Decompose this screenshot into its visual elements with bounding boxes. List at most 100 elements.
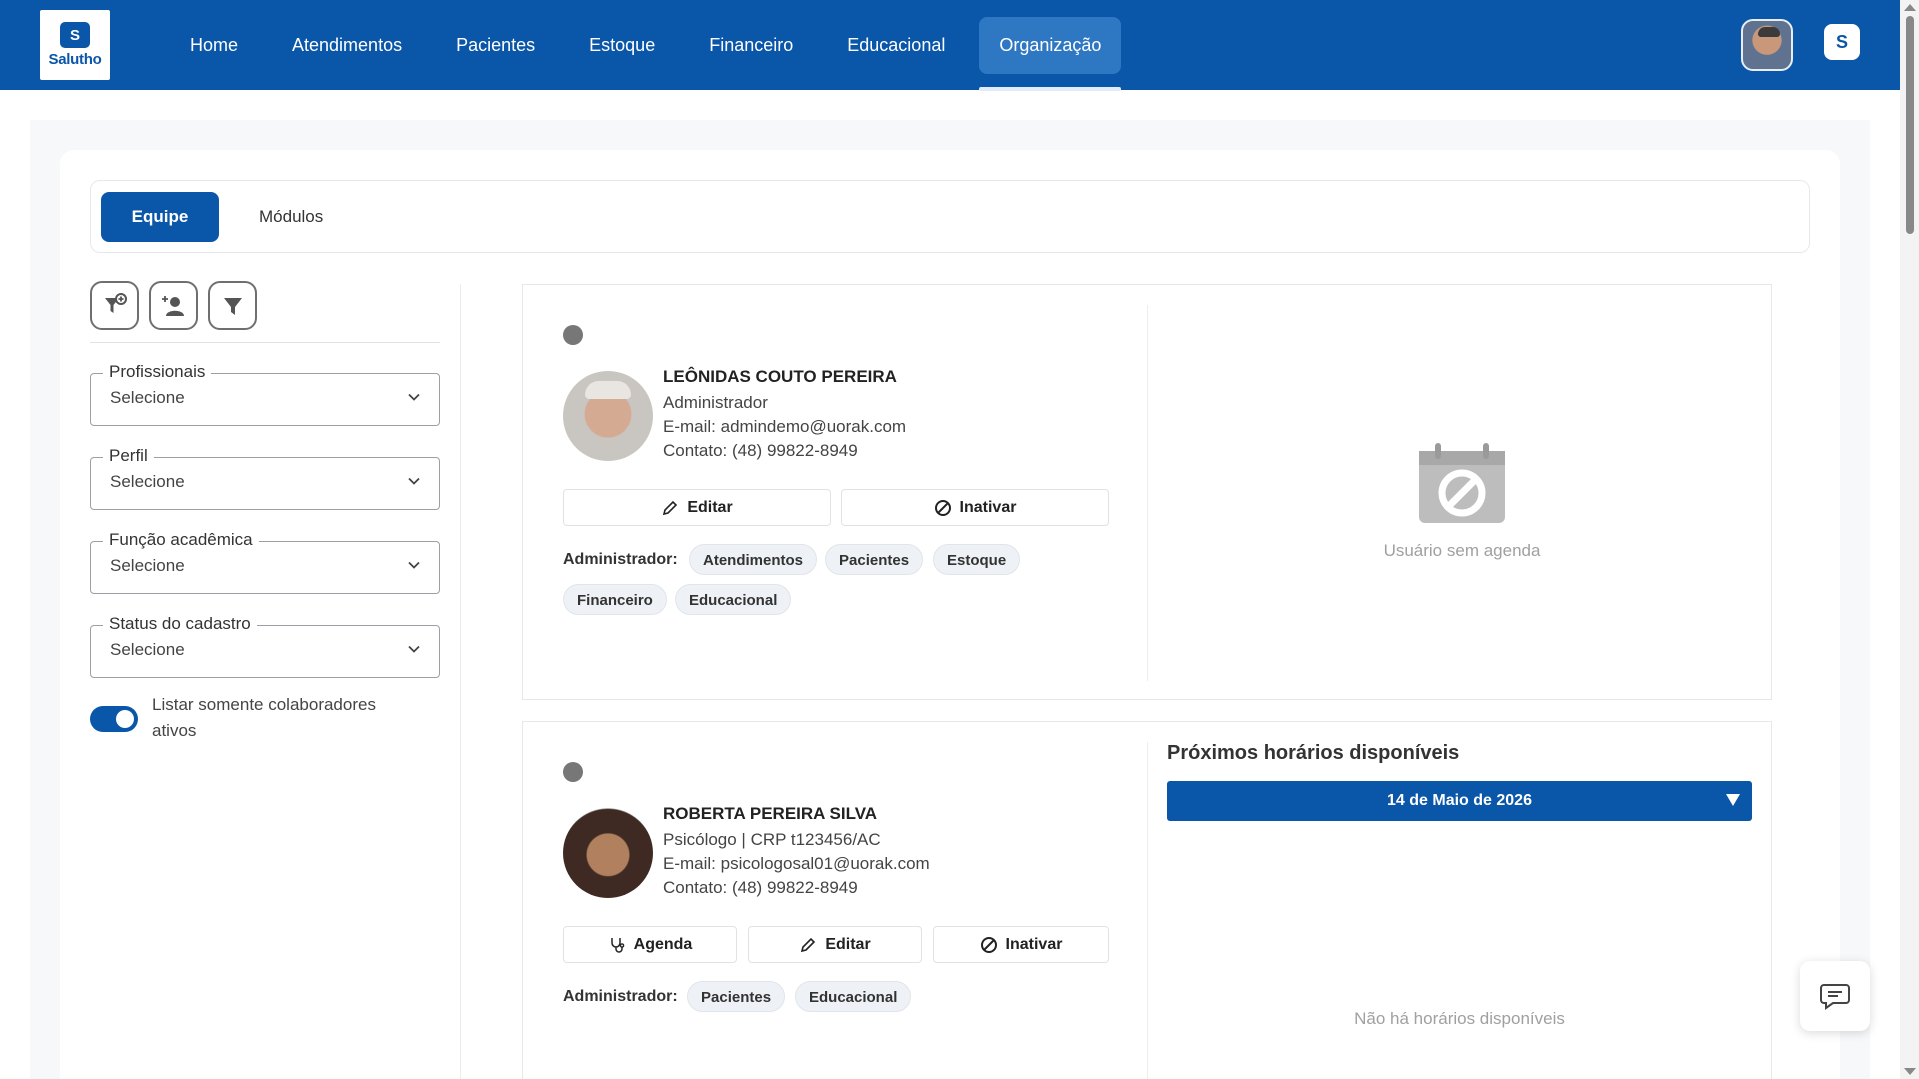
- scroll-up-arrow-icon[interactable]: [1904, 4, 1916, 11]
- status-indicator: [563, 325, 583, 345]
- nav-pacientes[interactable]: Pacientes: [436, 17, 555, 74]
- top-navbar: S Salutho Home Atendimentos Pacientes Es…: [0, 0, 1900, 91]
- perfil-select[interactable]: Perfil Selecione: [90, 446, 440, 510]
- app-switcher-mark: S: [1835, 31, 1848, 52]
- module-chip: Educacional: [795, 981, 912, 1012]
- filter-icon: [223, 297, 242, 315]
- logo-mark: S: [60, 22, 90, 48]
- active-only-toggle[interactable]: [90, 706, 138, 732]
- member-name: ROBERTA PEREIRA SILVA: [663, 804, 878, 823]
- slots-date-value: 14 de Maio de 2026: [1387, 792, 1532, 809]
- profissionais-select[interactable]: Profissionais Selecione: [90, 362, 440, 426]
- module-chip: Pacientes: [687, 981, 786, 1012]
- app-switcher-icon[interactable]: S: [1824, 24, 1860, 60]
- status-cadastro-select[interactable]: Status do cadastro Selecione: [90, 614, 440, 678]
- slots-date-select[interactable]: 14 de Maio de 2026: [1167, 781, 1752, 821]
- member-name: LEÔNIDAS COUTO PEREIRA: [663, 367, 897, 386]
- chevron-down-icon: [408, 561, 420, 569]
- card-divider: [1147, 742, 1148, 1079]
- funcao-academica-value: Selecione: [110, 556, 185, 575]
- caret-down-icon: [1726, 794, 1740, 806]
- nav-organizacao[interactable]: Organização: [979, 17, 1122, 91]
- active-only-label: Listar somente colaboradores ativos: [152, 695, 376, 740]
- page-scrollbar[interactable]: [1900, 0, 1919, 1079]
- member-photo: [563, 808, 653, 898]
- module-chip: Estoque: [933, 544, 1021, 575]
- logo-text: Salutho: [48, 51, 102, 68]
- edit-button[interactable]: Editar: [748, 926, 922, 963]
- block-icon: [980, 936, 997, 953]
- nav-financeiro[interactable]: Financeiro: [689, 17, 813, 74]
- stethoscope-icon: [610, 937, 624, 953]
- permissions-label: Administrador:: [563, 988, 678, 1005]
- chevron-down-icon: [408, 645, 420, 653]
- status-cadastro-label: Status do cadastro: [103, 614, 257, 634]
- card-divider: [1147, 305, 1148, 681]
- funcao-academica-select[interactable]: Função acadêmica Selecione: [90, 530, 440, 594]
- perfil-value: Selecione: [110, 472, 185, 491]
- filter-button[interactable]: [208, 281, 257, 330]
- filter-add-button[interactable]: [90, 281, 139, 330]
- member-contact: Contato: (48) 99822-8949: [663, 878, 858, 897]
- profissionais-label: Profissionais: [103, 362, 212, 382]
- filter-toolbar: [90, 281, 257, 330]
- inativar-button-label: Inativar: [1005, 935, 1063, 953]
- tab-bar: Equipe Módulos: [90, 180, 1810, 253]
- member-card: ROBERTA PEREIRA SILVA Psicólogo | CRP t1…: [522, 721, 1772, 1079]
- user-avatar[interactable]: [1741, 19, 1793, 71]
- agenda-button[interactable]: Agenda: [563, 926, 737, 963]
- perfil-label: Perfil: [103, 446, 154, 466]
- edit-button-label: Editar: [687, 498, 733, 516]
- edit-button-label: Editar: [825, 935, 871, 953]
- module-chip: Pacientes: [825, 544, 924, 575]
- scroll-down-arrow-icon[interactable]: [1904, 1068, 1916, 1075]
- member-email: E-mail: psicologosal01@uorak.com: [663, 854, 930, 873]
- main-nav: Home Atendimentos Pacientes Estoque Fina…: [170, 17, 1122, 91]
- chevron-down-icon: [408, 393, 420, 401]
- no-slots-message: Não há horários disponíveis: [1354, 1009, 1565, 1028]
- nav-estoque[interactable]: Estoque: [569, 17, 675, 74]
- status-cadastro-value: Selecione: [110, 640, 185, 659]
- profissionais-value: Selecione: [110, 388, 185, 407]
- add-user-button[interactable]: [149, 281, 198, 330]
- module-chip: Educacional: [675, 584, 792, 615]
- block-icon: [934, 499, 951, 516]
- member-role: Psicólogo | CRP t123456/AC: [663, 830, 881, 849]
- no-agenda-message: Usuário sem agenda: [1383, 541, 1541, 560]
- tab-modulos[interactable]: Módulos: [259, 192, 323, 242]
- active-only-toggle-row: Listar somente colaboradores ativos: [90, 692, 412, 744]
- available-slots-title: Próximos horários disponíveis: [1167, 742, 1460, 764]
- pencil-icon: [801, 937, 816, 952]
- scroll-thumb[interactable]: [1906, 16, 1914, 234]
- funcao-academica-label: Função acadêmica: [103, 530, 259, 550]
- sidebar-vertical-divider: [460, 284, 461, 1079]
- chat-button[interactable]: [1800, 961, 1870, 1031]
- member-email: E-mail: admindemo@uorak.com: [663, 417, 907, 436]
- filter-add-icon: [104, 292, 127, 313]
- member-contact: Contato: (48) 99822-8949: [663, 441, 858, 460]
- module-chip: Financeiro: [563, 584, 667, 615]
- nav-atendimentos[interactable]: Atendimentos: [272, 17, 422, 74]
- agenda-button-label: Agenda: [633, 935, 693, 953]
- calendar-blocked-icon: [1419, 443, 1505, 523]
- add-user-icon: [161, 295, 184, 316]
- chevron-down-icon: [408, 477, 420, 485]
- permissions-label: Administrador:: [563, 551, 678, 568]
- tab-equipe[interactable]: Equipe: [101, 192, 219, 242]
- nav-home[interactable]: Home: [170, 17, 258, 74]
- member-role: Administrador: [663, 393, 768, 412]
- salutho-logo[interactable]: S Salutho: [40, 10, 110, 80]
- member-info: LEÔNIDAS COUTO PEREIRA Administrador E-m…: [663, 367, 906, 465]
- edit-button[interactable]: Editar: [563, 489, 831, 526]
- inativar-button[interactable]: Inativar: [841, 489, 1109, 526]
- member-info: ROBERTA PEREIRA SILVA Psicólogo | CRP t1…: [663, 804, 930, 902]
- status-indicator: [563, 762, 583, 782]
- member-card: LEÔNIDAS COUTO PEREIRA Administrador E-m…: [522, 284, 1772, 700]
- inativar-button-label: Inativar: [959, 498, 1017, 516]
- module-chip: Atendimentos: [689, 544, 818, 575]
- pencil-icon: [663, 500, 678, 515]
- sidebar-divider: [90, 342, 440, 343]
- inativar-button[interactable]: Inativar: [933, 926, 1109, 963]
- chat-icon: [1820, 984, 1850, 1010]
- nav-educacional[interactable]: Educacional: [827, 17, 965, 74]
